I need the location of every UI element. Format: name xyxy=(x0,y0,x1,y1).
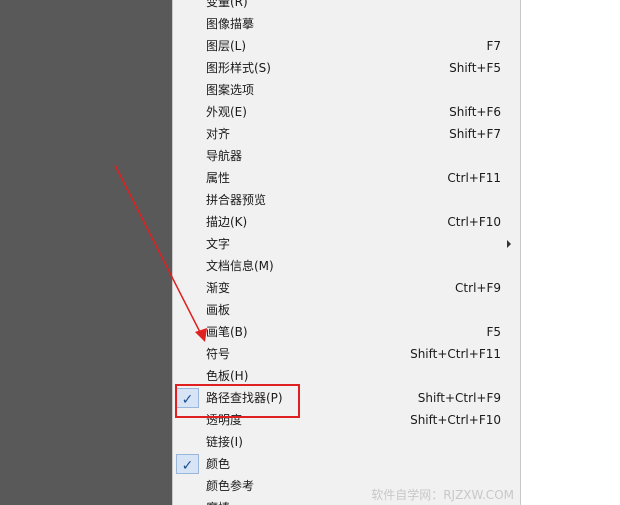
annotation-arrow xyxy=(114,164,207,342)
annotation-arrow-head xyxy=(195,328,207,342)
watermark-text: 软件自学网：RJZXW.COM xyxy=(371,488,514,502)
annotation-arrow-line xyxy=(114,164,204,339)
